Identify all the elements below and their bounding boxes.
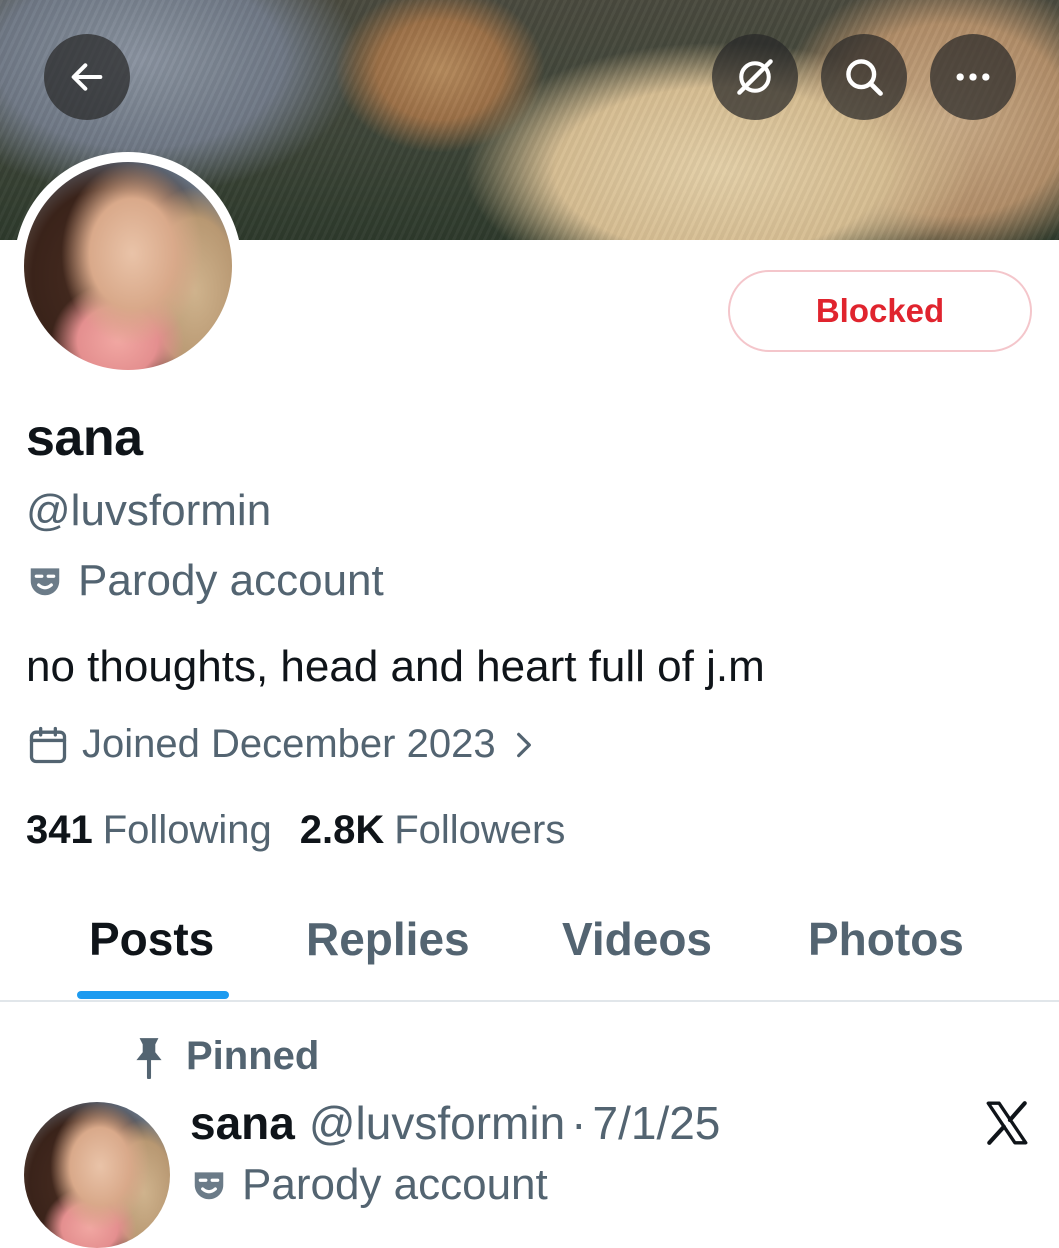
grok-icon bbox=[737, 59, 773, 95]
grok-button[interactable] bbox=[712, 34, 798, 120]
followers-link[interactable]: 2.8K Followers bbox=[300, 808, 566, 853]
calendar-icon bbox=[29, 726, 67, 763]
back-button[interactable] bbox=[44, 34, 130, 120]
followers-label: Followers bbox=[394, 808, 566, 852]
post-author-handle[interactable]: @luvsformin bbox=[309, 1096, 565, 1150]
joined-text: Joined December 2023 bbox=[82, 722, 496, 766]
pinned-indicator: Pinned bbox=[130, 1034, 319, 1079]
follow-stats: 341 Following 2.8K Followers bbox=[26, 808, 565, 853]
profile-name: sana bbox=[26, 409, 143, 467]
profile-bio: no thoughts, head and heart full of j.m bbox=[26, 642, 765, 691]
parody-label[interactable]: Parody account bbox=[26, 556, 384, 606]
post-date-separator: · bbox=[571, 1097, 587, 1149]
joined-date[interactable]: Joined December 2023 bbox=[26, 722, 540, 767]
post-parody-label: Parody account bbox=[190, 1160, 548, 1210]
post-avatar-image bbox=[24, 1102, 170, 1248]
tab-replies[interactable]: Replies bbox=[306, 912, 470, 966]
following-count: 341 bbox=[26, 808, 93, 852]
profile-tabs: Posts Replies Videos Photos bbox=[0, 880, 1059, 1002]
followers-count: 2.8K bbox=[299, 808, 385, 852]
tab-posts[interactable]: Posts bbox=[89, 912, 214, 966]
arrow-left-icon bbox=[71, 63, 103, 91]
tab-photos[interactable]: Photos bbox=[808, 912, 964, 966]
active-tab-indicator bbox=[77, 991, 229, 999]
more-button[interactable] bbox=[930, 34, 1016, 120]
x-logo-icon[interactable] bbox=[982, 1098, 1032, 1148]
following-link[interactable]: 341 Following bbox=[26, 808, 272, 853]
profile-handle: @luvsformin bbox=[26, 486, 272, 535]
parody-label-text: Parody account bbox=[78, 556, 384, 605]
search-button[interactable] bbox=[821, 34, 907, 120]
blocked-button[interactable]: Blocked bbox=[728, 270, 1032, 352]
tab-videos[interactable]: Videos bbox=[562, 912, 712, 966]
profile-avatar[interactable] bbox=[14, 152, 242, 380]
following-label: Following bbox=[102, 808, 272, 852]
post-author-name[interactable]: sana bbox=[190, 1096, 295, 1150]
avatar-image bbox=[24, 162, 232, 370]
pinned-label: Pinned bbox=[186, 1034, 320, 1078]
chevron-right-icon bbox=[516, 732, 531, 757]
post-header: sana @luvsformin · 7/1/25 bbox=[190, 1096, 720, 1150]
post-date[interactable]: 7/1/25 bbox=[593, 1096, 721, 1150]
pin-icon bbox=[136, 1037, 162, 1079]
post-parody-text: Parody account bbox=[242, 1160, 548, 1209]
parody-mask-icon bbox=[194, 1172, 224, 1200]
more-horizontal-icon bbox=[956, 73, 990, 81]
search-icon bbox=[846, 59, 883, 96]
parody-mask-icon bbox=[30, 568, 60, 596]
post-author-avatar[interactable] bbox=[24, 1102, 170, 1248]
